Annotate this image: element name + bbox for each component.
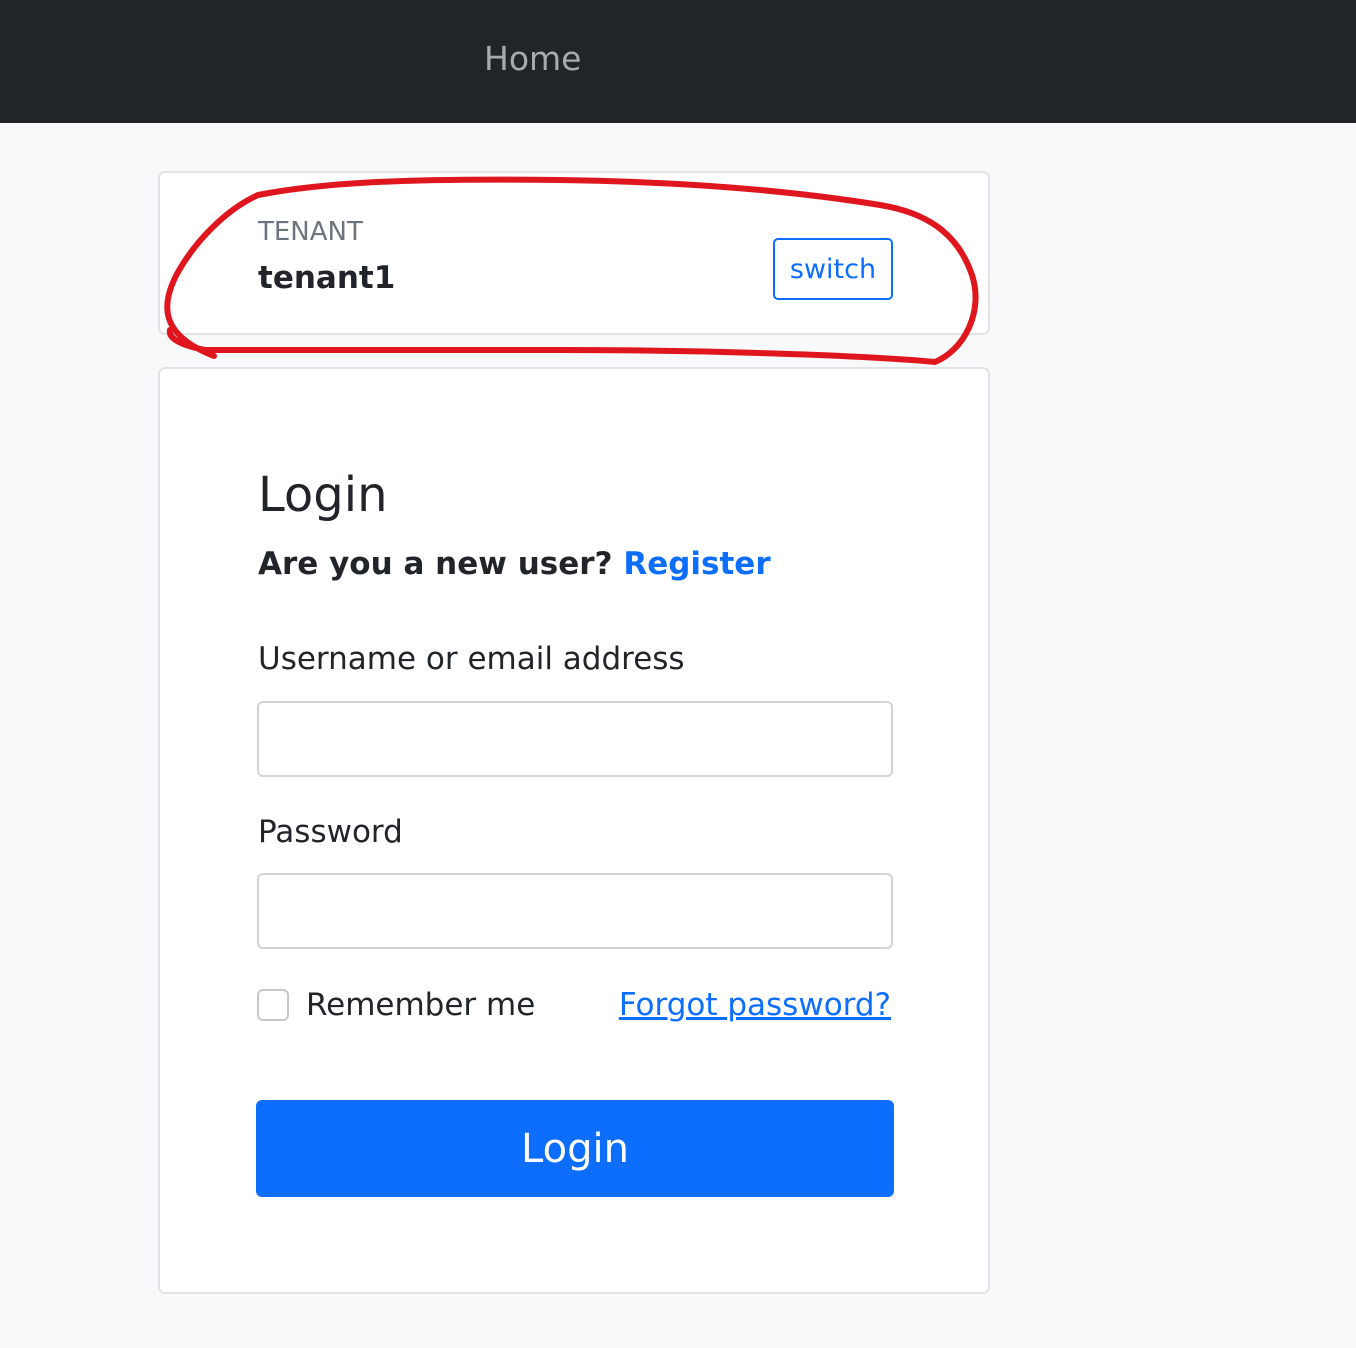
login-submit-button[interactable]: Login [256, 1100, 894, 1197]
tenant-label: TENANT [258, 217, 363, 247]
tenant-card: TENANT tenant1 switch [158, 171, 990, 335]
forgot-password-link[interactable]: Forgot password? [619, 985, 891, 1025]
new-user-text: Are you a new user? [258, 546, 613, 582]
new-user-line: Are you a new user? Register [258, 544, 771, 584]
remember-me-checkbox[interactable] [257, 989, 289, 1021]
register-link[interactable]: Register [623, 546, 770, 582]
password-input[interactable] [257, 873, 893, 949]
login-card: Login Are you a new user? Register Usern… [158, 367, 990, 1294]
password-label: Password [258, 814, 403, 850]
username-label: Username or email address [258, 641, 685, 677]
username-input[interactable] [257, 701, 893, 777]
remember-me-label[interactable]: Remember me [306, 985, 535, 1025]
nav-home-link[interactable]: Home [484, 38, 581, 80]
login-title: Login [258, 467, 388, 523]
switch-tenant-button[interactable]: switch [773, 238, 893, 300]
top-navbar: Home [0, 0, 1356, 123]
tenant-name: tenant1 [258, 260, 396, 296]
